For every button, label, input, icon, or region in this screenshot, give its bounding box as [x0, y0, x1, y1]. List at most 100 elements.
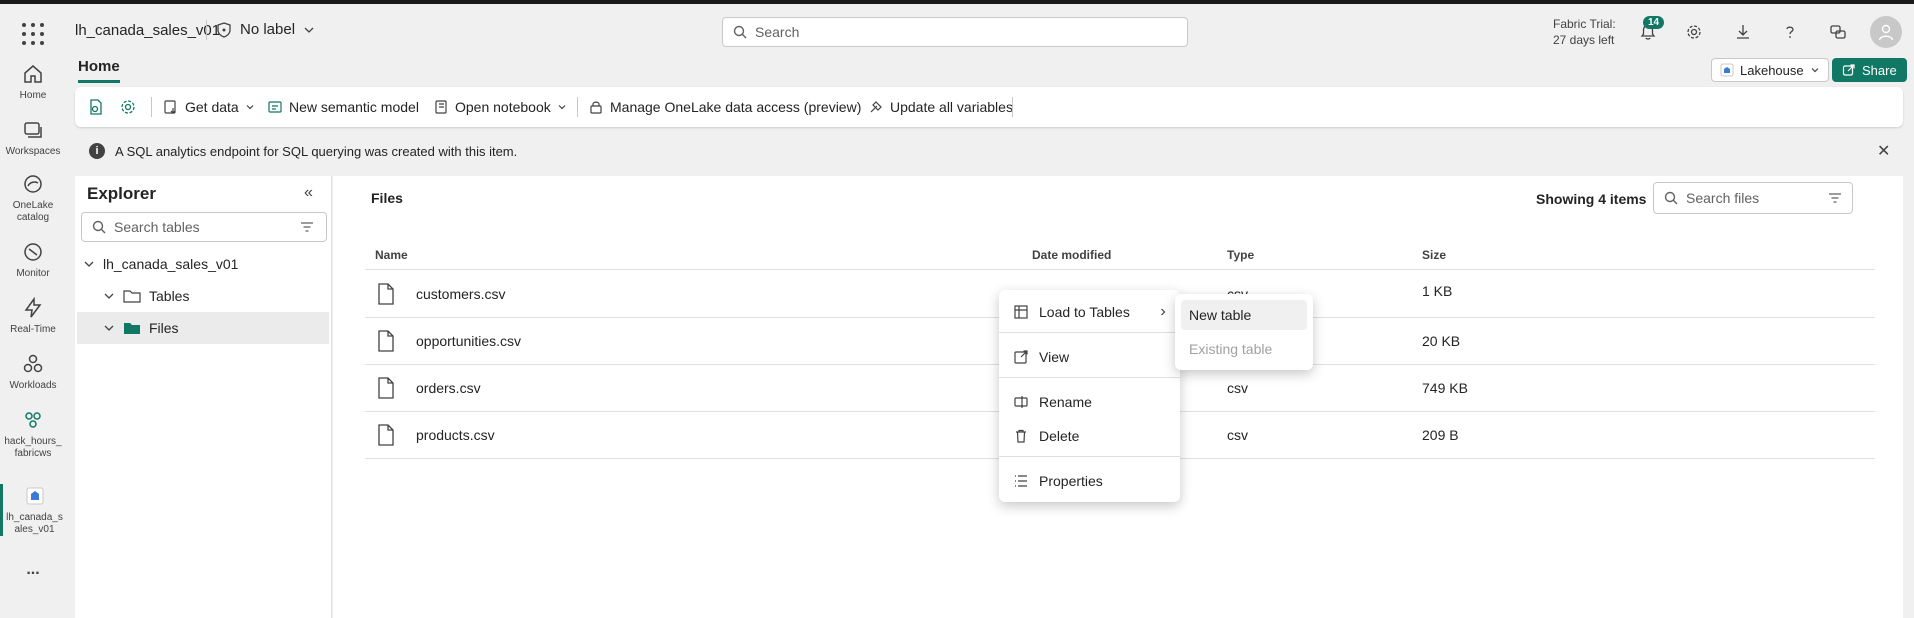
- nav-hack-label-2: fabricws: [14, 448, 52, 459]
- file-type: csv: [1227, 380, 1248, 396]
- open-external-icon: [1014, 350, 1028, 364]
- open-notebook-label: Open notebook: [455, 99, 551, 115]
- submenu-item-new-table[interactable]: New table: [1181, 300, 1307, 330]
- file-name: customers.csv: [416, 286, 506, 302]
- chevron-down-icon: [1811, 68, 1819, 73]
- nav-home[interactable]: Home: [0, 62, 66, 102]
- search-tables-input[interactable]: Search tables: [81, 212, 327, 242]
- info-icon: i: [89, 143, 105, 159]
- chevron-down-icon: [304, 27, 314, 33]
- share-feedback-icon[interactable]: [1824, 18, 1852, 46]
- nav-workspace-hack-hours[interactable]: hack_hours_ fabricws: [0, 408, 66, 460]
- collapse-pane-icon[interactable]: «: [304, 184, 313, 202]
- file-size: 749 KB: [1422, 380, 1468, 396]
- divider: [151, 97, 152, 117]
- refresh-lakehouse-button[interactable]: [87, 96, 105, 118]
- app-launcher-icon[interactable]: [18, 18, 48, 48]
- tree-item-lakehouse[interactable]: lh_canada_sales_v01: [75, 248, 327, 280]
- lock-icon: [590, 101, 602, 114]
- nav-workloads[interactable]: Workloads: [0, 352, 66, 392]
- column-header-size[interactable]: Size: [1422, 248, 1446, 262]
- rename-icon: [1014, 396, 1028, 408]
- table-header: Name Date modified Type Size: [365, 240, 1875, 270]
- lakehouse-switcher-button[interactable]: Lakehouse: [1711, 58, 1829, 82]
- global-search-placeholder: Search: [755, 24, 800, 40]
- menu-divider: [999, 377, 1180, 378]
- share-icon: [1842, 64, 1855, 76]
- chevron-down-icon[interactable]: [83, 258, 95, 270]
- get-data-button[interactable]: Get data: [163, 96, 255, 118]
- manage-onelake-access-button[interactable]: Manage OneLake data access (preview): [588, 96, 861, 118]
- lakehouse-refresh-icon: [90, 99, 102, 115]
- menu-item-load-to-tables[interactable]: Load to Tables: [999, 296, 1180, 328]
- menu-item-delete[interactable]: Delete: [999, 420, 1180, 452]
- menu-item-rename[interactable]: Rename: [999, 386, 1180, 418]
- filter-icon[interactable]: [300, 220, 314, 234]
- properties-list-icon: [1015, 475, 1027, 487]
- menu-item-view-label: View: [1039, 349, 1070, 365]
- trial-line-2: 27 days left: [1553, 33, 1615, 47]
- home-icon: [24, 65, 42, 83]
- nav-onelake-catalog[interactable]: OneLake catalog: [0, 172, 66, 224]
- chevron-down-icon[interactable]: [103, 322, 115, 334]
- workspaces-icon: [24, 122, 42, 138]
- update-all-variables-button[interactable]: Update all variables: [868, 96, 1013, 118]
- database-icon: [164, 100, 176, 114]
- shield-icon: [217, 21, 231, 38]
- tree-item-tables[interactable]: Tables: [75, 280, 327, 312]
- manage-onelake-access-label: Manage OneLake data access (preview): [610, 99, 862, 115]
- load-to-tables-submenu: New table Existing table: [1175, 294, 1313, 370]
- get-data-label: Get data: [185, 99, 239, 115]
- search-files-placeholder: Search files: [1686, 190, 1760, 206]
- monitor-icon: [24, 243, 42, 261]
- sensitivity-label-dropdown[interactable]: No label: [216, 21, 315, 38]
- filter-icon[interactable]: [1828, 191, 1842, 205]
- share-button[interactable]: Share: [1832, 58, 1907, 82]
- file-name: orders.csv: [416, 380, 481, 396]
- top-bar: lh_canada_sales_v01 No label Search Fabr…: [0, 0, 1914, 56]
- menu-item-view[interactable]: View: [999, 341, 1180, 373]
- user-avatar[interactable]: [1870, 16, 1902, 48]
- open-notebook-button[interactable]: Open notebook: [433, 96, 567, 118]
- new-semantic-model-label: New semantic model: [289, 99, 419, 115]
- search-icon: [733, 25, 747, 39]
- tree-item-tables-label: Tables: [149, 288, 190, 304]
- chevron-right-icon: [1161, 308, 1166, 316]
- search-files-input[interactable]: Search files: [1653, 182, 1853, 214]
- menu-item-delete-label: Delete: [1039, 428, 1080, 444]
- new-semantic-model-button[interactable]: New semantic model: [267, 96, 419, 118]
- nav-more-ellipsis-icon[interactable]: ...: [0, 562, 66, 578]
- help-question-icon[interactable]: [1776, 18, 1804, 46]
- nav-monitor[interactable]: Monitor: [0, 240, 66, 280]
- nav-lh-label-2: ales_v01: [14, 524, 55, 535]
- tree-item-files[interactable]: Files: [77, 312, 329, 344]
- folder-filled-icon: [124, 323, 140, 334]
- global-search-input[interactable]: Search: [722, 17, 1188, 47]
- settings-gear-icon[interactable]: [1680, 18, 1708, 46]
- divider: [577, 97, 578, 117]
- nav-lakehouse-item[interactable]: lh_canada_s ales_v01: [0, 484, 66, 536]
- ribbon-toolbar: Get data New semantic model Open noteboo…: [75, 87, 1903, 127]
- column-header-date[interactable]: Date modified: [1032, 248, 1111, 262]
- file-size: 20 KB: [1422, 333, 1461, 349]
- menu-item-rename-label: Rename: [1039, 394, 1092, 410]
- close-icon[interactable]: ✕: [1877, 141, 1890, 161]
- file-icon: [378, 330, 394, 352]
- person-icon: [1878, 24, 1894, 41]
- settings-button[interactable]: [119, 96, 137, 118]
- item-title[interactable]: lh_canada_sales_v01: [75, 22, 220, 39]
- column-header-name[interactable]: Name: [375, 248, 408, 262]
- trial-status[interactable]: Fabric Trial: 27 days left: [1553, 16, 1616, 48]
- chevron-down-icon[interactable]: [103, 290, 115, 302]
- file-size: 209 B: [1422, 427, 1459, 443]
- sensitivity-label-text: No label: [240, 21, 296, 38]
- nav-realtime[interactable]: Real-Time: [0, 296, 66, 336]
- column-header-type[interactable]: Type: [1227, 248, 1254, 262]
- nav-workspaces[interactable]: Workspaces: [0, 118, 66, 158]
- tab-home[interactable]: Home: [78, 58, 120, 83]
- submenu-item-existing-table[interactable]: Existing table: [1181, 334, 1307, 364]
- info-message: A SQL analytics endpoint for SQL queryin…: [115, 143, 518, 159]
- nav-hack-label-1: hack_hours_: [4, 436, 62, 447]
- menu-item-properties[interactable]: Properties: [999, 465, 1180, 497]
- download-icon[interactable]: [1729, 18, 1757, 46]
